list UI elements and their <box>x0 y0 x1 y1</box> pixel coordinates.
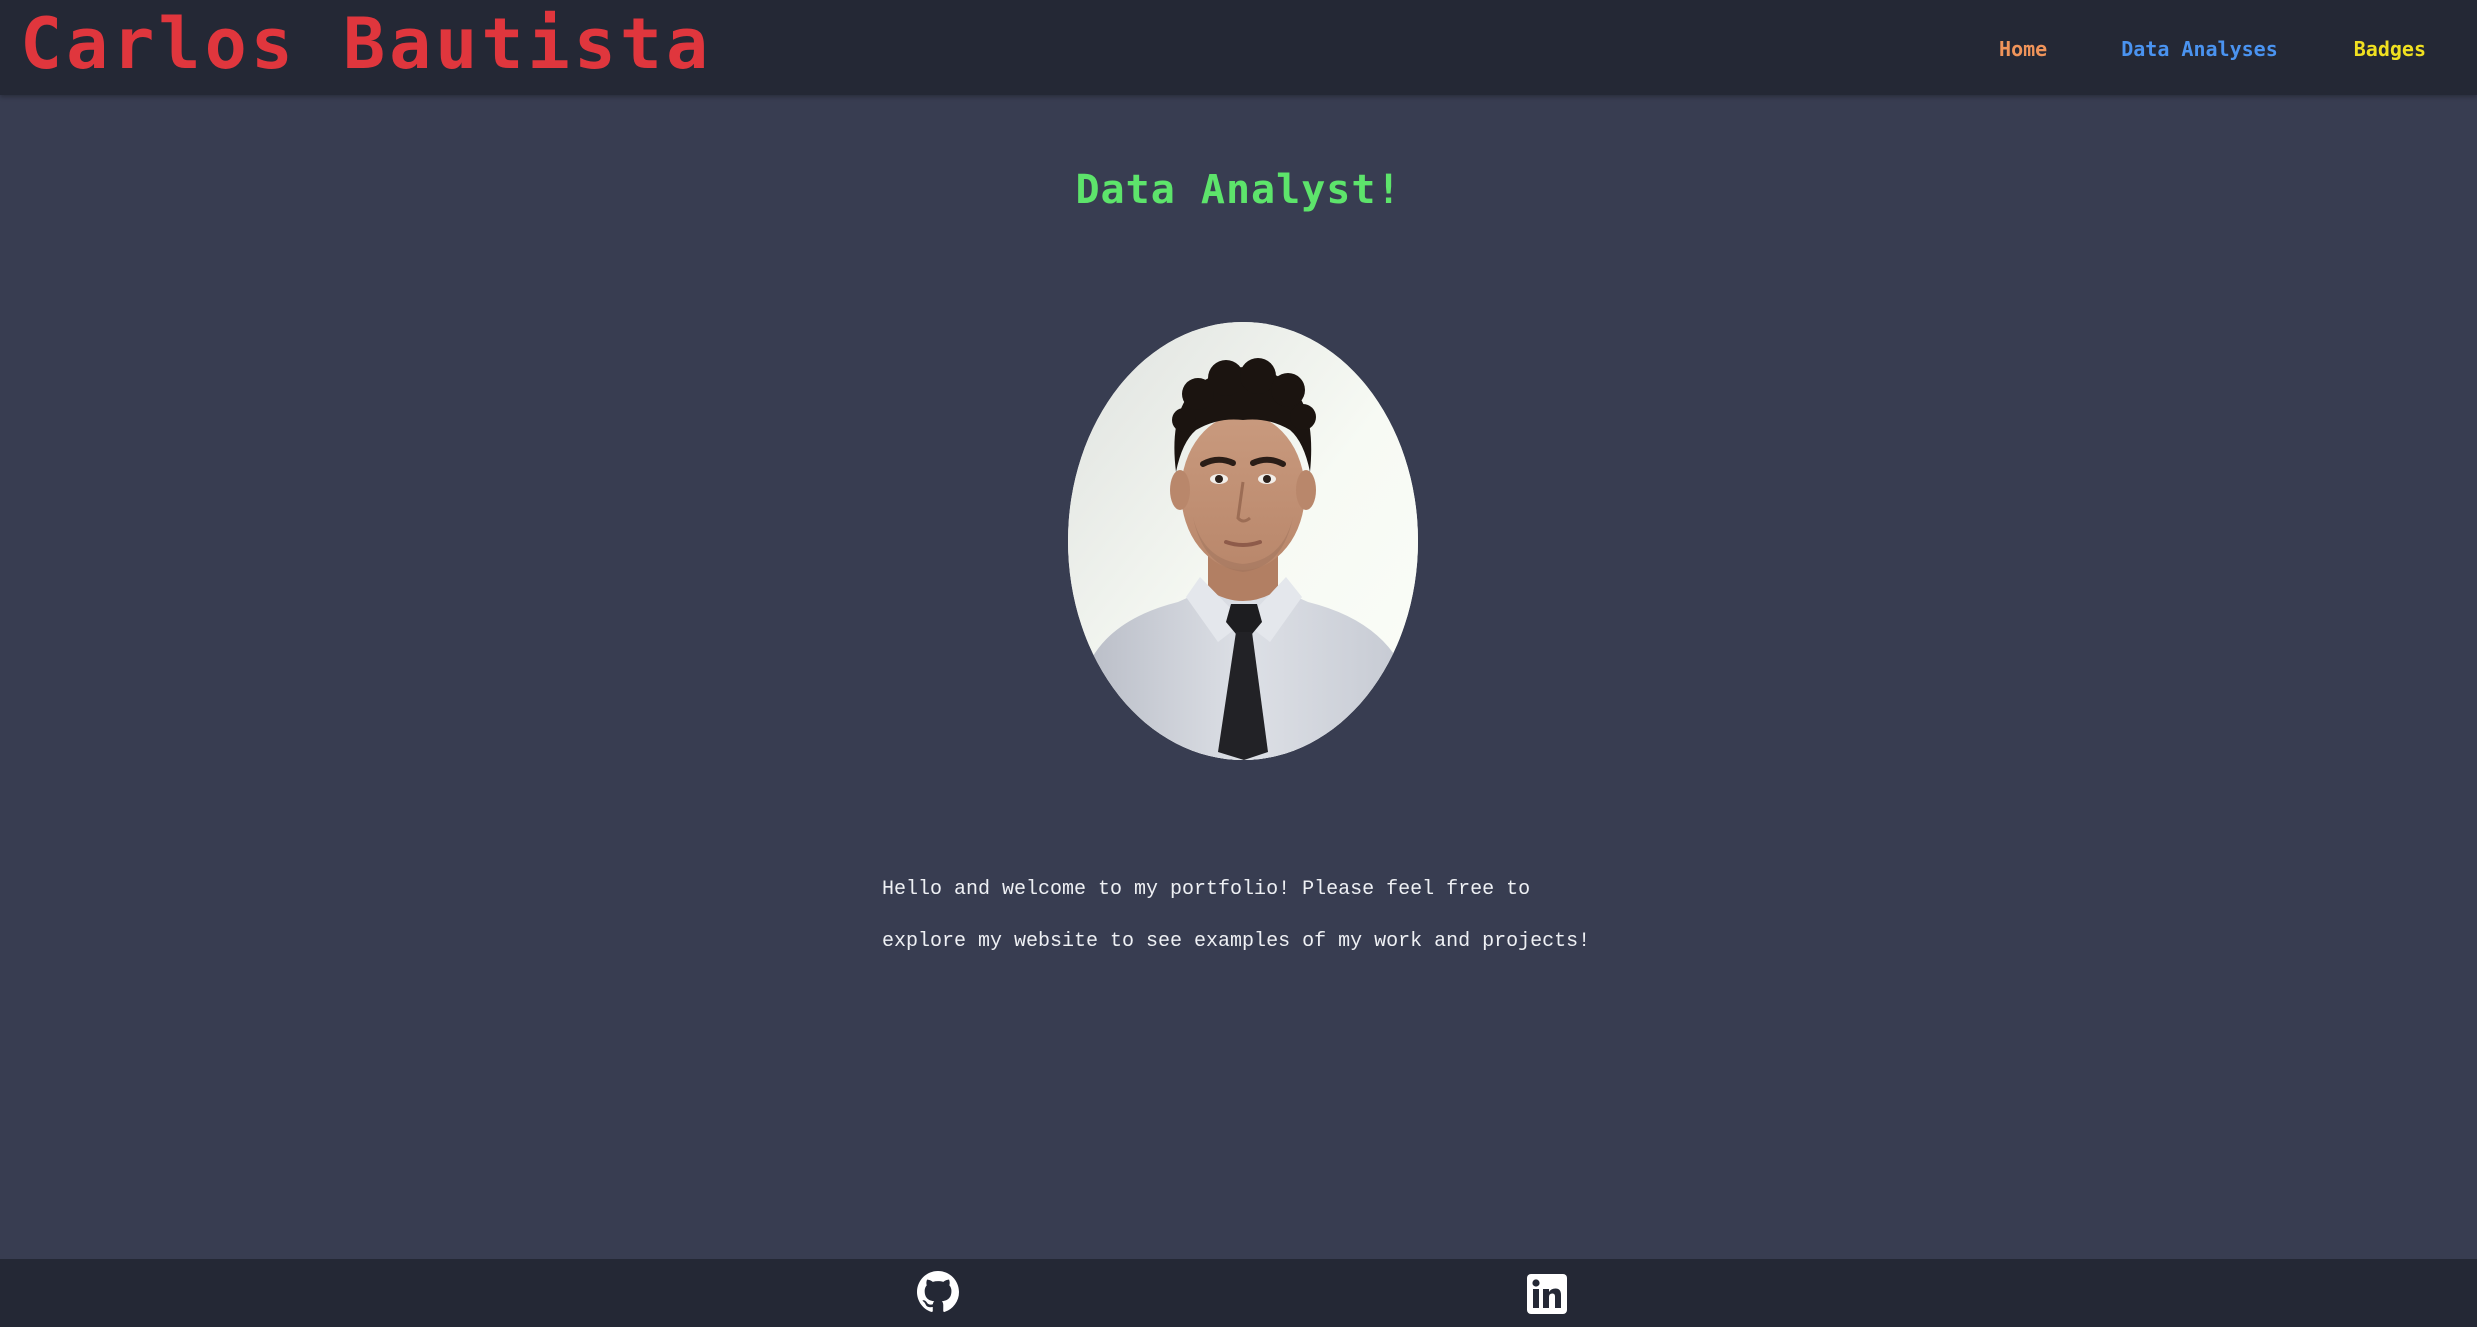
github-icon <box>917 1271 959 1312</box>
intro-line-1: Hello and welcome to my portfolio! Pleas… <box>882 878 1531 901</box>
linkedin-icon <box>1527 1274 1567 1314</box>
linkedin-link[interactable] <box>1527 1274 1567 1314</box>
nav-link-data-analyses[interactable]: Data Analyses <box>2121 36 2278 62</box>
page-headline: Data Analyst! <box>0 164 2477 216</box>
main-nav: Home Data Analyses Badges <box>1999 36 2426 62</box>
portrait-illustration <box>1068 322 1418 760</box>
nav-link-home[interactable]: Home <box>1999 36 2047 62</box>
intro-line-2: explore my website to see examples of my… <box>882 930 1591 953</box>
intro-text: Hello and welcome to my portfolio! Pleas… <box>882 864 1642 968</box>
site-header: Carlos Bautista Home Data Analyses Badge… <box>0 0 2477 95</box>
nav-link-badges[interactable]: Badges <box>2354 36 2426 62</box>
github-link[interactable] <box>917 1271 959 1313</box>
site-title[interactable]: Carlos Bautista <box>20 4 712 84</box>
profile-photo <box>1068 322 1418 760</box>
headline-text: Data Analyst! <box>1075 167 1402 213</box>
site-footer <box>0 1259 2477 1327</box>
